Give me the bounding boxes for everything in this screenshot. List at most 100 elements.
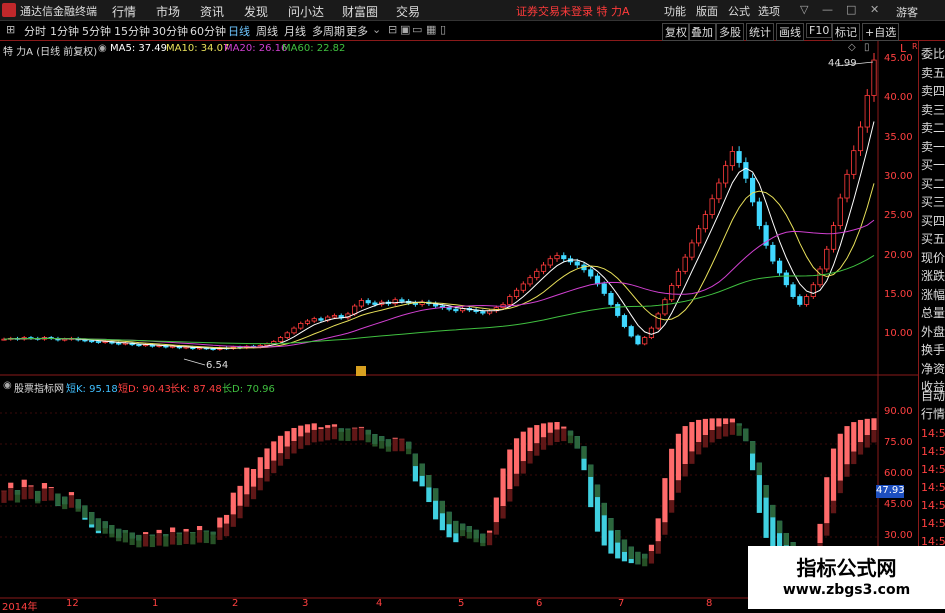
candle-body[interactable] <box>621 315 628 327</box>
candle-body[interactable] <box>857 126 864 152</box>
tab-15min[interactable]: 15分钟 <box>114 23 150 39</box>
candle-body[interactable] <box>136 344 142 347</box>
candle-body[interactable] <box>729 151 735 167</box>
candle-body[interactable] <box>284 332 290 338</box>
candle-body[interactable] <box>446 307 452 310</box>
multi-stock-button[interactable]: 多股 <box>716 23 744 41</box>
candle-body[interactable] <box>864 95 870 128</box>
tab-60min[interactable]: 60分钟 <box>190 23 226 39</box>
maximize-icon[interactable]: □ <box>846 3 856 16</box>
candle-body[interactable] <box>574 261 580 266</box>
settings-icon[interactable]: ⊟ <box>388 23 397 36</box>
candle-body[interactable] <box>547 258 553 266</box>
candle-body[interactable] <box>851 150 857 175</box>
candle-body[interactable] <box>709 198 715 215</box>
tab-daily[interactable]: 日线 <box>228 23 250 39</box>
menu-news[interactable]: 资讯 <box>200 3 224 20</box>
diamond-icon[interactable]: ◇ <box>848 42 856 53</box>
candle-body[interactable] <box>803 296 810 305</box>
overlay-button[interactable]: 叠加 <box>688 23 716 41</box>
candle-body[interactable] <box>648 327 655 338</box>
candle-body[interactable] <box>480 311 486 314</box>
candle-body[interactable] <box>797 296 803 305</box>
candle-body[interactable] <box>601 283 607 294</box>
add-watchlist-button[interactable]: +自选 <box>862 23 900 41</box>
draw-line-button[interactable]: 画线 <box>776 23 804 41</box>
candle-body[interactable] <box>723 165 729 184</box>
menu-discover[interactable]: 发现 <box>244 3 268 20</box>
menu-xiaoda[interactable]: 问小达 <box>288 3 324 20</box>
auto-quote-tab[interactable]: 自动 <box>921 387 945 404</box>
tab-intraday[interactable]: 分时 <box>24 23 46 39</box>
chart-area[interactable] <box>0 41 918 609</box>
user-guest[interactable]: 游客 <box>896 4 918 20</box>
menu-wealth-circle[interactable]: 财富圈 <box>342 3 378 20</box>
tab-1min[interactable]: 1分钟 <box>50 23 79 39</box>
candle-body[interactable] <box>365 300 371 304</box>
candle-body[interactable] <box>561 255 567 260</box>
candle-body[interactable] <box>331 315 338 318</box>
candle-body[interactable] <box>399 299 405 302</box>
candle-body[interactable] <box>655 313 661 329</box>
candle-body[interactable] <box>588 269 594 277</box>
download-icon[interactable]: ▽ <box>800 3 808 16</box>
candle-body[interactable] <box>304 320 311 324</box>
candle-body[interactable] <box>95 341 102 343</box>
candle-body[interactable] <box>318 318 324 321</box>
stats-button[interactable]: 统计 <box>746 23 774 41</box>
candle-body[interactable] <box>298 322 304 329</box>
candle-body[interactable] <box>682 256 688 272</box>
candle-body[interactable] <box>642 337 648 345</box>
candle-body[interactable] <box>291 327 297 334</box>
menu-options[interactable]: 选项 <box>758 3 780 19</box>
candle-body[interactable] <box>372 302 378 305</box>
candle-body[interactable] <box>594 275 601 285</box>
candle-body[interactable] <box>277 337 284 342</box>
candle-body[interactable] <box>817 268 823 286</box>
auto-quote-tab[interactable]: 行情 <box>921 405 945 422</box>
candle-body[interactable] <box>540 264 547 272</box>
candle-body[interactable] <box>743 162 749 179</box>
candle-body[interactable] <box>527 277 533 285</box>
candle-body[interactable] <box>264 343 270 346</box>
candle-body[interactable] <box>824 248 830 270</box>
menu-trade[interactable]: 交易 <box>396 3 420 20</box>
candle-body[interactable] <box>352 305 358 315</box>
candle-body[interactable] <box>689 242 695 258</box>
mark-button[interactable]: 标记 <box>832 23 860 41</box>
candle-body[interactable] <box>783 272 789 286</box>
candle-body[interactable] <box>62 338 68 341</box>
candle-body[interactable] <box>750 177 756 203</box>
candle-body[interactable] <box>534 270 540 279</box>
minimize-icon[interactable]: — <box>822 3 833 16</box>
candle-body[interactable] <box>520 283 526 291</box>
candle-body[interactable] <box>358 300 365 307</box>
adjust-button[interactable]: 复权 <box>662 23 690 41</box>
candle-body[interactable] <box>675 270 682 286</box>
panel-toggle-icon[interactable]: ▯ <box>864 42 870 53</box>
candle-body[interactable] <box>513 289 520 297</box>
candle-body[interactable] <box>615 304 621 316</box>
chart-settings-icon[interactable]: ◉ <box>98 43 107 54</box>
candle-body[interactable] <box>810 284 816 297</box>
candle-body[interactable] <box>871 59 877 96</box>
tab-5min[interactable]: 5分钟 <box>82 23 111 39</box>
candle-body[interactable] <box>89 340 95 343</box>
candle-body[interactable] <box>716 182 722 200</box>
chevron-down-icon[interactable]: ⌄ <box>372 23 381 36</box>
tab-30min[interactable]: 30分钟 <box>152 23 188 39</box>
candle-body[interactable] <box>635 335 641 345</box>
tab-weekly[interactable]: 周线 <box>256 23 278 39</box>
candle-body[interactable] <box>608 293 614 305</box>
expand-icon[interactable]: ▣ <box>400 23 410 36</box>
event-marker-icon[interactable] <box>356 366 366 376</box>
close-icon[interactable]: ✕ <box>870 3 879 16</box>
tab-monthly[interactable]: 月线 <box>284 23 306 39</box>
candle-body[interactable] <box>830 225 837 250</box>
bookmark-icon[interactable]: ▯ <box>440 23 446 36</box>
candle-body[interactable] <box>756 201 762 226</box>
split-icon[interactable]: ⊞ <box>6 23 15 36</box>
tab-multi-period[interactable]: 多周期 <box>312 23 345 39</box>
candle-body[interactable] <box>696 228 702 244</box>
login-notice[interactable]: 证券交易未登录 特 力A <box>516 3 630 19</box>
